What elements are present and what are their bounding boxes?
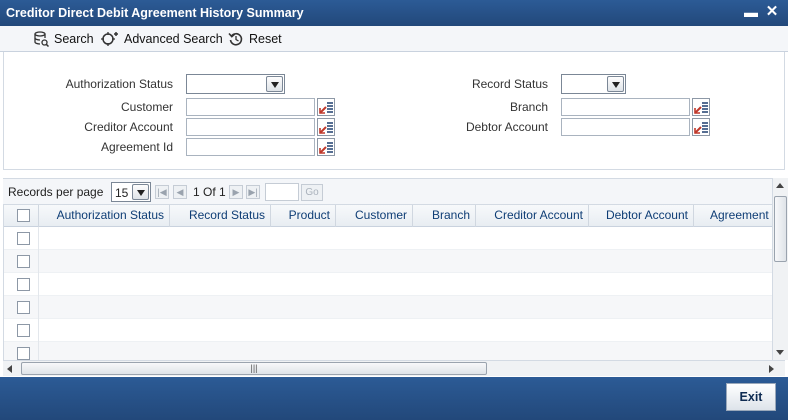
- chevron-down-icon[interactable]: [266, 76, 283, 92]
- row-checkbox[interactable]: [17, 255, 30, 268]
- records-per-page-select[interactable]: 15: [111, 182, 151, 202]
- agreement-id-input[interactable]: [186, 138, 315, 156]
- reset-label: Reset: [249, 32, 282, 46]
- column-product[interactable]: Product: [271, 205, 336, 227]
- table-row[interactable]: [4, 250, 772, 273]
- lov-icon: [319, 142, 333, 154]
- row-checkbox[interactable]: [17, 324, 30, 337]
- search-criteria-panel: Authorization Status Record Status Custo…: [3, 52, 785, 170]
- records-per-page-label: Records per page: [8, 185, 104, 199]
- row-checkbox[interactable]: [17, 301, 30, 314]
- column-debtor-account[interactable]: Debtor Account: [589, 205, 694, 227]
- row-checkbox[interactable]: [17, 232, 30, 245]
- customer-label: Customer: [120, 100, 173, 114]
- column-agreement[interactable]: Agreement: [694, 205, 772, 227]
- row-checkbox[interactable]: [17, 278, 30, 291]
- toolbar: Search Advanced Search Reset: [0, 26, 788, 52]
- table-row[interactable]: [4, 319, 772, 342]
- reset-button[interactable]: Reset: [228, 30, 282, 48]
- reset-icon: [228, 32, 243, 46]
- column-creditor-account[interactable]: Creditor Account: [476, 205, 589, 227]
- page-number-input[interactable]: [265, 183, 299, 201]
- go-button[interactable]: Go: [301, 184, 323, 201]
- vertical-scroll-thumb[interactable]: [774, 196, 787, 262]
- column-customer[interactable]: Customer: [336, 205, 413, 227]
- table-row[interactable]: [4, 342, 772, 360]
- last-page-icon[interactable]: ▶|: [246, 185, 260, 199]
- debtor-account-lov-button[interactable]: [692, 118, 710, 136]
- lov-icon: [694, 102, 708, 114]
- advanced-search-button[interactable]: Advanced Search: [101, 30, 223, 48]
- vertical-scrollbar[interactable]: [772, 178, 788, 360]
- chevron-down-icon[interactable]: [607, 76, 624, 92]
- exit-button[interactable]: Exit: [726, 383, 776, 411]
- authorization-status-select[interactable]: [186, 74, 285, 94]
- branch-lov-button[interactable]: [692, 98, 710, 116]
- column-authorization-status[interactable]: Authorization Status: [39, 205, 170, 227]
- table-row[interactable]: [4, 273, 772, 296]
- record-status-select[interactable]: [561, 74, 626, 94]
- select-all-cell: [4, 205, 39, 227]
- advanced-search-label: Advanced Search: [124, 32, 223, 46]
- scroll-left-icon[interactable]: [7, 365, 12, 373]
- agreement-id-label: Agreement Id: [100, 140, 173, 154]
- select-all-checkbox[interactable]: [17, 209, 30, 222]
- footer-bar: [0, 377, 788, 420]
- search-label: Search: [54, 32, 94, 46]
- results-grid: Authorization Status Record Status Produ…: [3, 204, 772, 360]
- branch-input[interactable]: [561, 98, 690, 116]
- title-bar: Creditor Direct Debit Agreement History …: [0, 0, 788, 26]
- column-record-status[interactable]: Record Status: [170, 205, 271, 227]
- chevron-down-icon[interactable]: [132, 184, 149, 200]
- table-row[interactable]: [4, 296, 772, 319]
- table-row[interactable]: [4, 227, 772, 250]
- search-button[interactable]: Search: [33, 30, 94, 48]
- customer-lov-button[interactable]: [317, 98, 335, 116]
- column-branch[interactable]: Branch: [413, 205, 476, 227]
- debtor-account-label: Debtor Account: [465, 120, 548, 134]
- row-checkbox[interactable]: [17, 347, 30, 360]
- search-icon: [34, 31, 49, 47]
- horizontal-scrollbar[interactable]: |||: [3, 360, 785, 376]
- agreement-id-lov-button[interactable]: [317, 138, 335, 156]
- scroll-up-icon[interactable]: [776, 183, 784, 188]
- lov-icon: [319, 102, 333, 114]
- scroll-right-icon[interactable]: [769, 365, 774, 373]
- previous-page-icon[interactable]: ◀: [173, 185, 187, 199]
- page-info: 1 Of 1: [193, 185, 226, 199]
- creditor-account-input[interactable]: [186, 118, 315, 136]
- record-status-label: Record Status: [471, 77, 548, 91]
- branch-label: Branch: [509, 100, 548, 114]
- lov-icon: [319, 122, 333, 134]
- grid-header: Authorization Status Record Status Produ…: [4, 204, 772, 227]
- advanced-search-icon: [101, 32, 118, 46]
- minimize-icon[interactable]: ▬: [742, 3, 760, 21]
- close-icon[interactable]: ✕: [763, 3, 781, 21]
- window-title: Creditor Direct Debit Agreement History …: [6, 6, 304, 20]
- customer-input[interactable]: [186, 98, 315, 116]
- creditor-account-lov-button[interactable]: [317, 118, 335, 136]
- records-per-page-value: 15: [115, 186, 129, 200]
- creditor-account-label: Creditor Account: [84, 120, 173, 134]
- next-page-icon[interactable]: ▶: [229, 185, 243, 199]
- first-page-icon[interactable]: |◀: [155, 185, 169, 199]
- debtor-account-input[interactable]: [561, 118, 690, 136]
- horizontal-scroll-thumb[interactable]: |||: [21, 362, 487, 375]
- authorization-status-label: Authorization Status: [65, 77, 173, 91]
- lov-icon: [694, 122, 708, 134]
- scroll-down-icon[interactable]: [776, 350, 784, 355]
- pager-bar: Records per page 15 |◀ ◀ 1 Of 1 ▶ ▶| Go: [3, 178, 785, 204]
